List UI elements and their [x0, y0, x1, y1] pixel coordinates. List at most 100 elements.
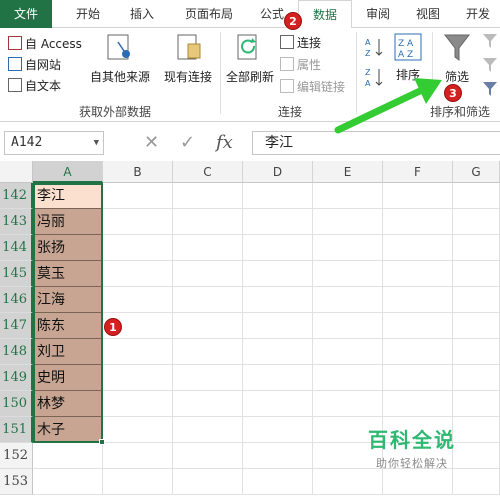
- cell-a[interactable]: 冯丽: [33, 209, 103, 235]
- cell[interactable]: [453, 209, 500, 235]
- cell[interactable]: [243, 313, 313, 339]
- chevron-down-icon[interactable]: ▼: [94, 132, 99, 154]
- name-box[interactable]: A142 ▼: [4, 131, 104, 155]
- cell[interactable]: [383, 339, 453, 365]
- cell-a[interactable]: [33, 443, 103, 469]
- cell[interactable]: [453, 287, 500, 313]
- cell[interactable]: [173, 183, 243, 209]
- cell[interactable]: [243, 339, 313, 365]
- cell[interactable]: [453, 365, 500, 391]
- tab-data[interactable]: 数据: [298, 0, 352, 29]
- select-all-corner[interactable]: [0, 161, 33, 183]
- cell[interactable]: [383, 365, 453, 391]
- cell-a[interactable]: 刘卫: [33, 339, 103, 365]
- cell[interactable]: [103, 209, 173, 235]
- cell[interactable]: [243, 469, 313, 495]
- row-header[interactable]: 153: [0, 469, 33, 495]
- connections-button[interactable]: 连接: [280, 33, 321, 53]
- tab-review[interactable]: 审阅: [356, 0, 400, 28]
- cell[interactable]: [453, 183, 500, 209]
- row-header[interactable]: 142: [0, 183, 33, 209]
- column-header-d[interactable]: D: [243, 161, 313, 183]
- column-header-f[interactable]: F: [383, 161, 453, 183]
- cell[interactable]: [383, 209, 453, 235]
- cell-a[interactable]: 江海: [33, 287, 103, 313]
- tab-view[interactable]: 视图: [404, 0, 452, 28]
- cell[interactable]: [103, 339, 173, 365]
- other-sources-button[interactable]: 自其他来源: [88, 32, 152, 85]
- cell[interactable]: [173, 339, 243, 365]
- column-header-c[interactable]: C: [173, 161, 243, 183]
- cell[interactable]: [103, 443, 173, 469]
- row-header[interactable]: 143: [0, 209, 33, 235]
- cell[interactable]: [453, 313, 500, 339]
- cell[interactable]: [243, 391, 313, 417]
- clear-filter-button[interactable]: [480, 32, 500, 54]
- column-header-e[interactable]: E: [313, 161, 383, 183]
- fill-handle[interactable]: [99, 439, 105, 445]
- column-header-b[interactable]: B: [103, 161, 173, 183]
- check-icon[interactable]: ✓: [180, 131, 195, 155]
- cell[interactable]: [103, 183, 173, 209]
- reapply-filter-button[interactable]: [480, 56, 500, 78]
- cell[interactable]: [173, 287, 243, 313]
- cell[interactable]: [243, 365, 313, 391]
- cell[interactable]: [243, 287, 313, 313]
- cell[interactable]: [173, 391, 243, 417]
- cell-a[interactable]: 林梦: [33, 391, 103, 417]
- from-web-button[interactable]: 自网站: [8, 55, 61, 75]
- cell[interactable]: [453, 339, 500, 365]
- cell[interactable]: [383, 313, 453, 339]
- cell-a[interactable]: 陈东: [33, 313, 103, 339]
- cell[interactable]: [453, 235, 500, 261]
- row-header[interactable]: 148: [0, 339, 33, 365]
- cell[interactable]: [313, 235, 383, 261]
- cell-a[interactable]: 木子: [33, 417, 103, 443]
- cell-a[interactable]: 张扬: [33, 235, 103, 261]
- cell[interactable]: [453, 261, 500, 287]
- cell[interactable]: [173, 261, 243, 287]
- cell[interactable]: [313, 183, 383, 209]
- cell[interactable]: [313, 365, 383, 391]
- column-header-g[interactable]: G: [453, 161, 500, 183]
- cell[interactable]: [313, 391, 383, 417]
- cell[interactable]: [173, 365, 243, 391]
- existing-connections-button[interactable]: 现有连接: [160, 32, 216, 85]
- cell[interactable]: [103, 287, 173, 313]
- cell-a[interactable]: 李江: [33, 183, 103, 209]
- row-header[interactable]: 147: [0, 313, 33, 339]
- cell[interactable]: [103, 391, 173, 417]
- tab-page-layout[interactable]: 页面布局: [172, 0, 246, 28]
- cell[interactable]: [103, 417, 173, 443]
- sort-ascending-button[interactable]: A Z: [362, 36, 386, 62]
- cell[interactable]: [383, 183, 453, 209]
- row-header[interactable]: 144: [0, 235, 33, 261]
- cell[interactable]: [243, 443, 313, 469]
- cell[interactable]: [173, 209, 243, 235]
- cell[interactable]: [173, 235, 243, 261]
- cell[interactable]: [173, 417, 243, 443]
- refresh-all-button[interactable]: 全部刷新: [224, 32, 276, 85]
- cell[interactable]: [173, 469, 243, 495]
- column-header-a[interactable]: A: [33, 161, 103, 183]
- cell-a[interactable]: 史明: [33, 365, 103, 391]
- cell[interactable]: [383, 235, 453, 261]
- cell[interactable]: [313, 287, 383, 313]
- cell[interactable]: [243, 417, 313, 443]
- cancel-icon[interactable]: ✕: [144, 131, 159, 155]
- cell[interactable]: [243, 209, 313, 235]
- cell[interactable]: [313, 209, 383, 235]
- cell[interactable]: [103, 235, 173, 261]
- cell[interactable]: [453, 391, 500, 417]
- cell[interactable]: [243, 235, 313, 261]
- row-header[interactable]: 146: [0, 287, 33, 313]
- row-header[interactable]: 152: [0, 443, 33, 469]
- properties-button[interactable]: 属性: [280, 55, 321, 75]
- cell[interactable]: [313, 313, 383, 339]
- from-access-button[interactable]: 自 Access: [8, 34, 82, 54]
- cell[interactable]: [313, 261, 383, 287]
- cell[interactable]: [383, 391, 453, 417]
- row-header[interactable]: 149: [0, 365, 33, 391]
- cell[interactable]: [173, 443, 243, 469]
- cell-a[interactable]: [33, 469, 103, 495]
